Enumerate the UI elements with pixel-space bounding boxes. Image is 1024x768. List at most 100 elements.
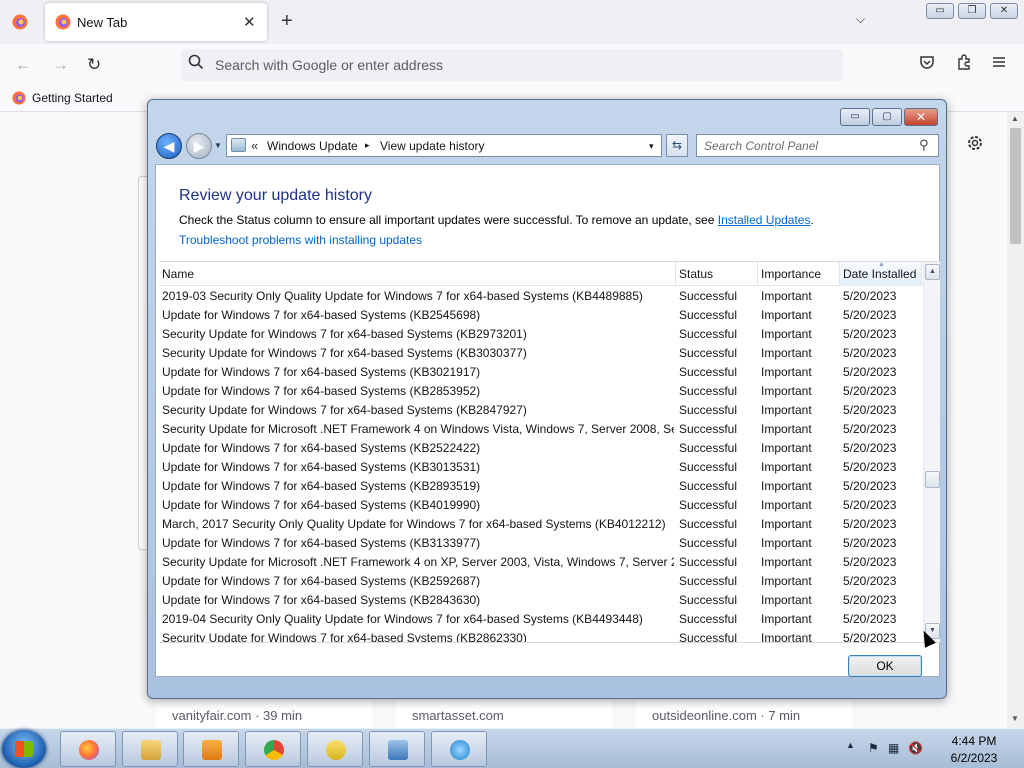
table-row[interactable]: Update for Windows 7 for x64-based Syste…: [159, 306, 922, 325]
show-hidden-icons-icon[interactable]: ▲: [846, 740, 855, 750]
table-row[interactable]: Update for Windows 7 for x64-based Syste…: [159, 363, 922, 382]
table-scroll-thumb[interactable]: [925, 471, 940, 488]
column-header-name[interactable]: Name: [159, 262, 676, 286]
media-player-taskbar-button[interactable]: [183, 731, 239, 767]
refresh-icon[interactable]: ⇆: [666, 134, 688, 157]
table-row[interactable]: 2019-03 Security Only Quality Update for…: [159, 287, 922, 306]
volume-muted-icon[interactable]: 🔇: [908, 741, 923, 755]
cell-status: Successful: [679, 536, 738, 550]
table-row[interactable]: Security Update for Windows 7 for x64-ba…: [159, 401, 922, 420]
scroll-up-arrow-icon[interactable]: ▲: [1011, 114, 1019, 123]
ok-button[interactable]: OK: [848, 655, 922, 677]
reload-icon[interactable]: ↻: [87, 55, 101, 75]
cell-status: Successful: [679, 593, 738, 607]
forward-arrow-icon[interactable]: →: [52, 55, 69, 75]
page-scroll-thumb[interactable]: [1010, 128, 1021, 244]
dialog-maximize-button[interactable]: ▢: [872, 108, 902, 126]
pocket-icon[interactable]: [919, 54, 935, 70]
column-header-status[interactable]: Status: [676, 262, 758, 286]
firefox-logo-icon: [12, 14, 28, 30]
installed-updates-link[interactable]: Installed Updates: [718, 213, 811, 227]
column-header-importance[interactable]: Importance: [758, 262, 840, 286]
search-icon[interactable]: ⚲: [919, 137, 929, 153]
table-row[interactable]: Update for Windows 7 for x64-based Syste…: [159, 591, 922, 610]
chrome-taskbar-button[interactable]: [245, 731, 301, 767]
breadcrumb-separator-icon[interactable]: ▸: [365, 140, 370, 151]
cell-importance: Important: [761, 441, 812, 455]
cell-name: 2019-04 Security Only Quality Update for…: [162, 612, 643, 626]
address-dropdown-icon[interactable]: ▾: [649, 141, 654, 152]
bee-app-taskbar-button[interactable]: [307, 731, 363, 767]
window-close-button[interactable]: ✕: [990, 3, 1018, 19]
cell-name: Update for Windows 7 for x64-based Syste…: [162, 593, 481, 607]
bee-app-taskbar-icon: [326, 740, 346, 760]
dialog-minimize-button[interactable]: ▭: [840, 108, 870, 126]
breadcrumb-address-bar[interactable]: « Windows Update ▸ View update history ▾: [226, 134, 662, 157]
table-row[interactable]: Update for Windows 7 for x64-based Syste…: [159, 439, 922, 458]
cell-importance: Important: [761, 422, 812, 436]
column-header-date-installed[interactable]: ▲ Date Installed: [840, 262, 922, 286]
hamburger-menu-icon[interactable]: [991, 54, 1007, 70]
cell-date-installed: 5/20/2023: [843, 517, 897, 531]
cell-status: Successful: [679, 365, 738, 379]
table-row[interactable]: Security Update for Windows 7 for x64-ba…: [159, 325, 922, 344]
clock-time[interactable]: 4:44 PM: [932, 734, 1016, 748]
taskbar: ▲ ⚑ ▦ 🔇 4:44 PM 6/2/2023: [0, 728, 1024, 768]
dialog-close-button[interactable]: ✕: [904, 108, 938, 126]
control-panel-taskbar-button[interactable]: [369, 731, 425, 767]
back-arrow-icon[interactable]: ←: [15, 55, 32, 75]
action-center-flag-icon[interactable]: ⚑: [868, 741, 879, 755]
table-row[interactable]: Security Update for Windows 7 for x64-ba…: [159, 629, 922, 642]
list-all-tabs-chevron-icon[interactable]: ⌵: [856, 12, 865, 27]
window-restore-button[interactable]: ❐: [958, 3, 986, 19]
internet-explorer-taskbar-button[interactable]: [431, 731, 487, 767]
recent-pages-dropdown-icon[interactable]: ▼: [214, 141, 222, 150]
table-row[interactable]: Update for Windows 7 for x64-based Syste…: [159, 477, 922, 496]
tab-new-tab[interactable]: New Tab ✕: [45, 3, 267, 41]
scroll-up-arrow-icon[interactable]: ▲: [925, 264, 940, 280]
breadcrumb-windows-update[interactable]: Windows Update: [267, 139, 358, 153]
table-row[interactable]: Security Update for Windows 7 for x64-ba…: [159, 344, 922, 363]
forward-arrow-icon[interactable]: ▶: [186, 133, 212, 159]
breadcrumb-view-update-history[interactable]: View update history: [380, 139, 485, 153]
start-button[interactable]: [2, 730, 46, 768]
file-explorer-taskbar-button[interactable]: [122, 731, 178, 767]
tab-close-icon[interactable]: ✕: [243, 13, 256, 31]
table-scrollbar[interactable]: ▲ ▼: [923, 262, 940, 642]
firefox-taskbar-button[interactable]: [60, 731, 116, 767]
update-history-dialog: ▭ ▢ ✕ ◀ ▶ ▼ « Windows Update ▸ View upda…: [147, 99, 947, 699]
table-row[interactable]: Update for Windows 7 for x64-based Syste…: [159, 458, 922, 477]
scroll-down-arrow-icon[interactable]: ▼: [1011, 714, 1019, 723]
table-row[interactable]: Security Update for Microsoft .NET Frame…: [159, 553, 922, 572]
address-input[interactable]: [215, 55, 815, 75]
window-minimize-button[interactable]: ▭: [926, 3, 954, 19]
table-row[interactable]: 2019-04 Security Only Quality Update for…: [159, 610, 922, 629]
table-row[interactable]: Update for Windows 7 for x64-based Syste…: [159, 534, 922, 553]
story-card[interactable]: outsideonline.com · 7 min: [636, 698, 852, 728]
cell-date-installed: 5/20/2023: [843, 308, 897, 322]
table-row[interactable]: Update for Windows 7 for x64-based Syste…: [159, 496, 922, 515]
table-row[interactable]: March, 2017 Security Only Quality Update…: [159, 515, 922, 534]
back-arrow-icon[interactable]: ◀: [156, 133, 182, 159]
clock-date[interactable]: 6/2/2023: [932, 751, 1016, 765]
address-bar[interactable]: [181, 49, 843, 81]
bookmark-getting-started[interactable]: Getting Started: [12, 91, 113, 105]
control-panel-search[interactable]: ⚲: [696, 134, 939, 157]
network-icon[interactable]: ▦: [888, 741, 899, 755]
firefox-bookmark-favicon-icon: [12, 91, 26, 105]
gear-icon[interactable]: [966, 134, 984, 152]
story-card[interactable]: vanityfair.com · 39 min: [156, 698, 372, 728]
page-title: Review your update history: [179, 187, 372, 204]
troubleshoot-link[interactable]: Troubleshoot problems with installing up…: [179, 233, 422, 247]
extensions-icon[interactable]: [956, 54, 972, 70]
breadcrumb-overflow-chevron-icon[interactable]: «: [251, 138, 258, 153]
table-row[interactable]: Update for Windows 7 for x64-based Syste…: [159, 572, 922, 591]
search-input[interactable]: [704, 138, 904, 154]
new-tab-plus-icon[interactable]: +: [281, 10, 293, 33]
story-card[interactable]: smartasset.com: [396, 698, 612, 728]
page-scrollbar[interactable]: ▲ ▼: [1007, 112, 1024, 728]
table-row[interactable]: Security Update for Microsoft .NET Frame…: [159, 420, 922, 439]
bookmark-label: Getting Started: [32, 91, 113, 105]
table-row[interactable]: Update for Windows 7 for x64-based Syste…: [159, 382, 922, 401]
browser-navigation-bar: ← → ↻: [0, 44, 1024, 86]
